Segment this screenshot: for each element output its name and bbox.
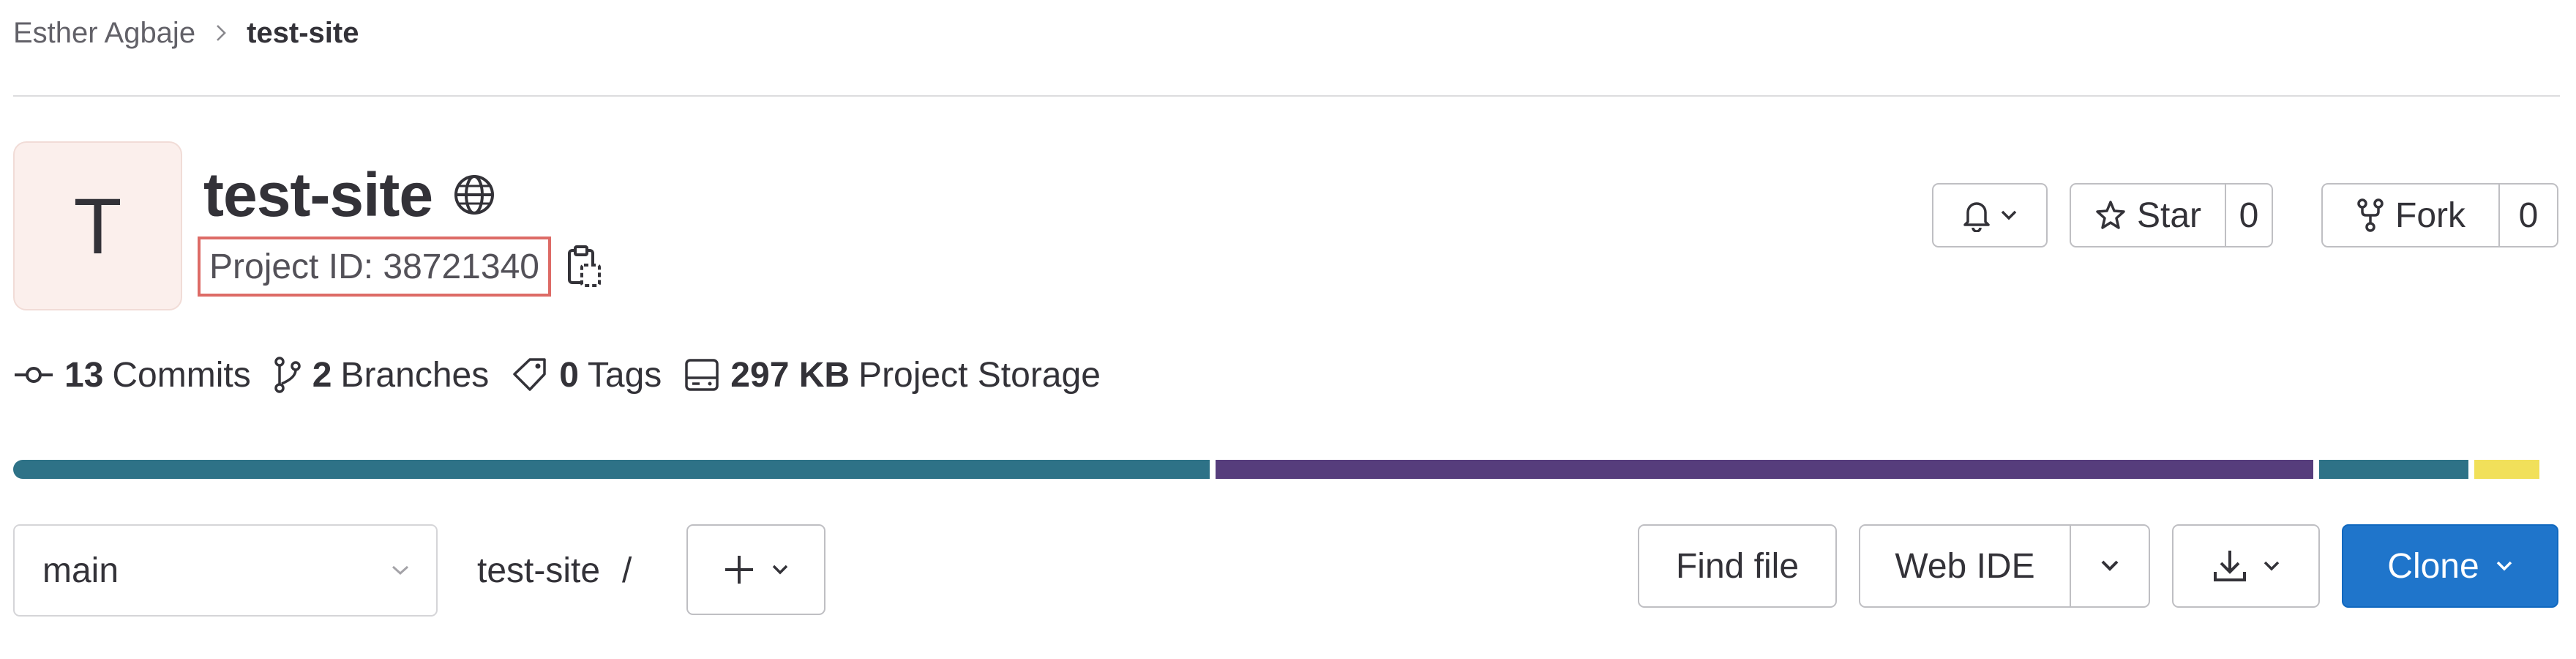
chevron-down-icon [771,564,789,576]
path-root-link[interactable]: test-site [477,551,600,591]
tag-icon [511,357,549,393]
web-ide-button[interactable]: Web IDE [1860,526,2070,606]
web-ide-dropdown-toggle[interactable] [2071,526,2149,606]
storage-label: Project Storage [858,355,1101,395]
project-stats: 13 Commits 2 Branches 0 Tags 297 KB Proj… [13,351,1123,398]
clone-label: Clone [2387,546,2479,586]
commits-link[interactable]: 13 Commits [13,355,251,395]
notifications-content [1933,185,2046,246]
storage-size: 297 KB [730,355,850,395]
commits-count: 13 [64,355,104,395]
fork-button-group: Fork 0 [2321,183,2558,247]
star-count[interactable]: 0 [2226,185,2272,246]
project-avatar: T [13,141,182,310]
copy-clipboard-icon[interactable] [564,243,604,290]
project-id-row: Project ID: 38721340 [198,237,604,297]
branches-count: 2 [312,355,332,395]
star-icon [2094,199,2127,231]
storage-link[interactable]: 297 KB Project Storage [684,355,1101,395]
fork-icon [2356,198,2385,232]
path-separator: / [622,551,632,590]
notifications-dropdown[interactable] [1932,183,2048,247]
branch-icon [273,356,302,394]
chevron-down-icon [2100,559,2119,573]
language-bar-gap [2468,460,2474,479]
breadcrumb-project-link[interactable]: test-site [247,17,359,50]
language-bar-segment[interactable] [2318,460,2468,479]
commits-label: Commits [112,355,251,395]
disk-icon [684,357,720,392]
chevron-right-icon [214,23,228,42]
globe-icon [453,174,495,216]
branches-label: Branches [340,355,490,395]
chevron-down-icon [2000,209,2018,221]
fork-button[interactable]: Fork [2323,185,2498,246]
breadcrumb: Esther Agbaje test-site [13,15,359,51]
project-id-highlight: Project ID: 38721340 [198,237,551,297]
language-bar-gap [1209,460,1216,479]
language-bar-segment[interactable] [1215,460,2313,479]
find-file-button[interactable]: Find file [1638,524,1837,608]
breadcrumb-owner-link[interactable]: Esther Agbaje [13,17,195,50]
tags-link[interactable]: 0 Tags [511,355,662,395]
branches-link[interactable]: 2 Branches [273,355,489,395]
star-button[interactable]: Star [2071,185,2225,246]
add-to-tree-dropdown[interactable] [686,524,825,615]
project-title-row: test-site [203,160,495,230]
branch-selector[interactable]: main [13,524,438,617]
clone-dropdown-button[interactable]: Clone [2342,524,2558,608]
bell-icon [1962,198,1991,232]
download-dropdown[interactable] [2172,524,2320,608]
chevron-down-icon [2263,560,2280,572]
branch-name: main [42,551,119,590]
download-icon [2212,548,2248,584]
project-title: test-site [203,160,433,229]
chevron-down-icon [2496,560,2513,572]
language-bar-segment[interactable] [13,460,1210,479]
add-content [688,526,824,614]
tags-count: 0 [559,355,579,395]
repository-path: test-site / [477,524,632,617]
commit-icon [13,364,54,386]
plus-icon [723,554,755,586]
avatar-letter: T [73,182,122,270]
star-button-group: Star 0 [2070,183,2273,247]
web-ide-button-group: Web IDE [1859,524,2150,608]
header-divider [13,95,2560,97]
fork-label: Fork [2395,196,2465,235]
download-content [2174,526,2318,606]
clone-content: Clone [2343,526,2557,606]
find-file-label: Find file [1675,546,1800,586]
language-bar-gap [2313,460,2319,479]
chevron-down-icon [391,565,410,576]
repository-languages-bar [13,460,2560,479]
language-bar-segment[interactable] [2474,460,2540,479]
tags-label: Tags [587,355,662,395]
project-id-text: Project ID: 38721340 [209,247,539,286]
star-label: Star [2136,196,2202,235]
fork-count[interactable]: 0 [2500,185,2557,246]
